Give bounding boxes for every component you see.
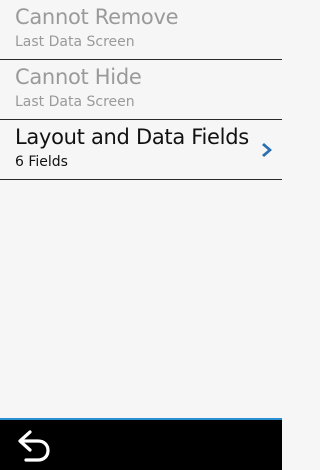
item-subtitle: Last Data Screen — [15, 34, 135, 50]
item-title: Cannot Remove — [15, 5, 179, 29]
chevron-right-icon — [262, 142, 274, 158]
item-title: Cannot Hide — [15, 65, 142, 89]
list-item-layout-and-data-fields[interactable]: Layout and Data Fields 6 Fields — [0, 120, 282, 180]
list-item-cannot-remove: Cannot Remove Last Data Screen — [0, 0, 282, 60]
settings-list: Cannot Remove Last Data Screen Cannot Hi… — [0, 0, 282, 180]
item-title: Layout and Data Fields — [15, 125, 249, 149]
bottom-bar — [0, 418, 282, 470]
item-subtitle: Last Data Screen — [15, 94, 135, 110]
list-item-cannot-hide: Cannot Hide Last Data Screen — [0, 60, 282, 120]
back-arrow-icon[interactable] — [14, 428, 54, 464]
item-subtitle: 6 Fields — [15, 154, 68, 170]
data-screen-settings: Cannot Remove Last Data Screen Cannot Hi… — [0, 0, 282, 470]
